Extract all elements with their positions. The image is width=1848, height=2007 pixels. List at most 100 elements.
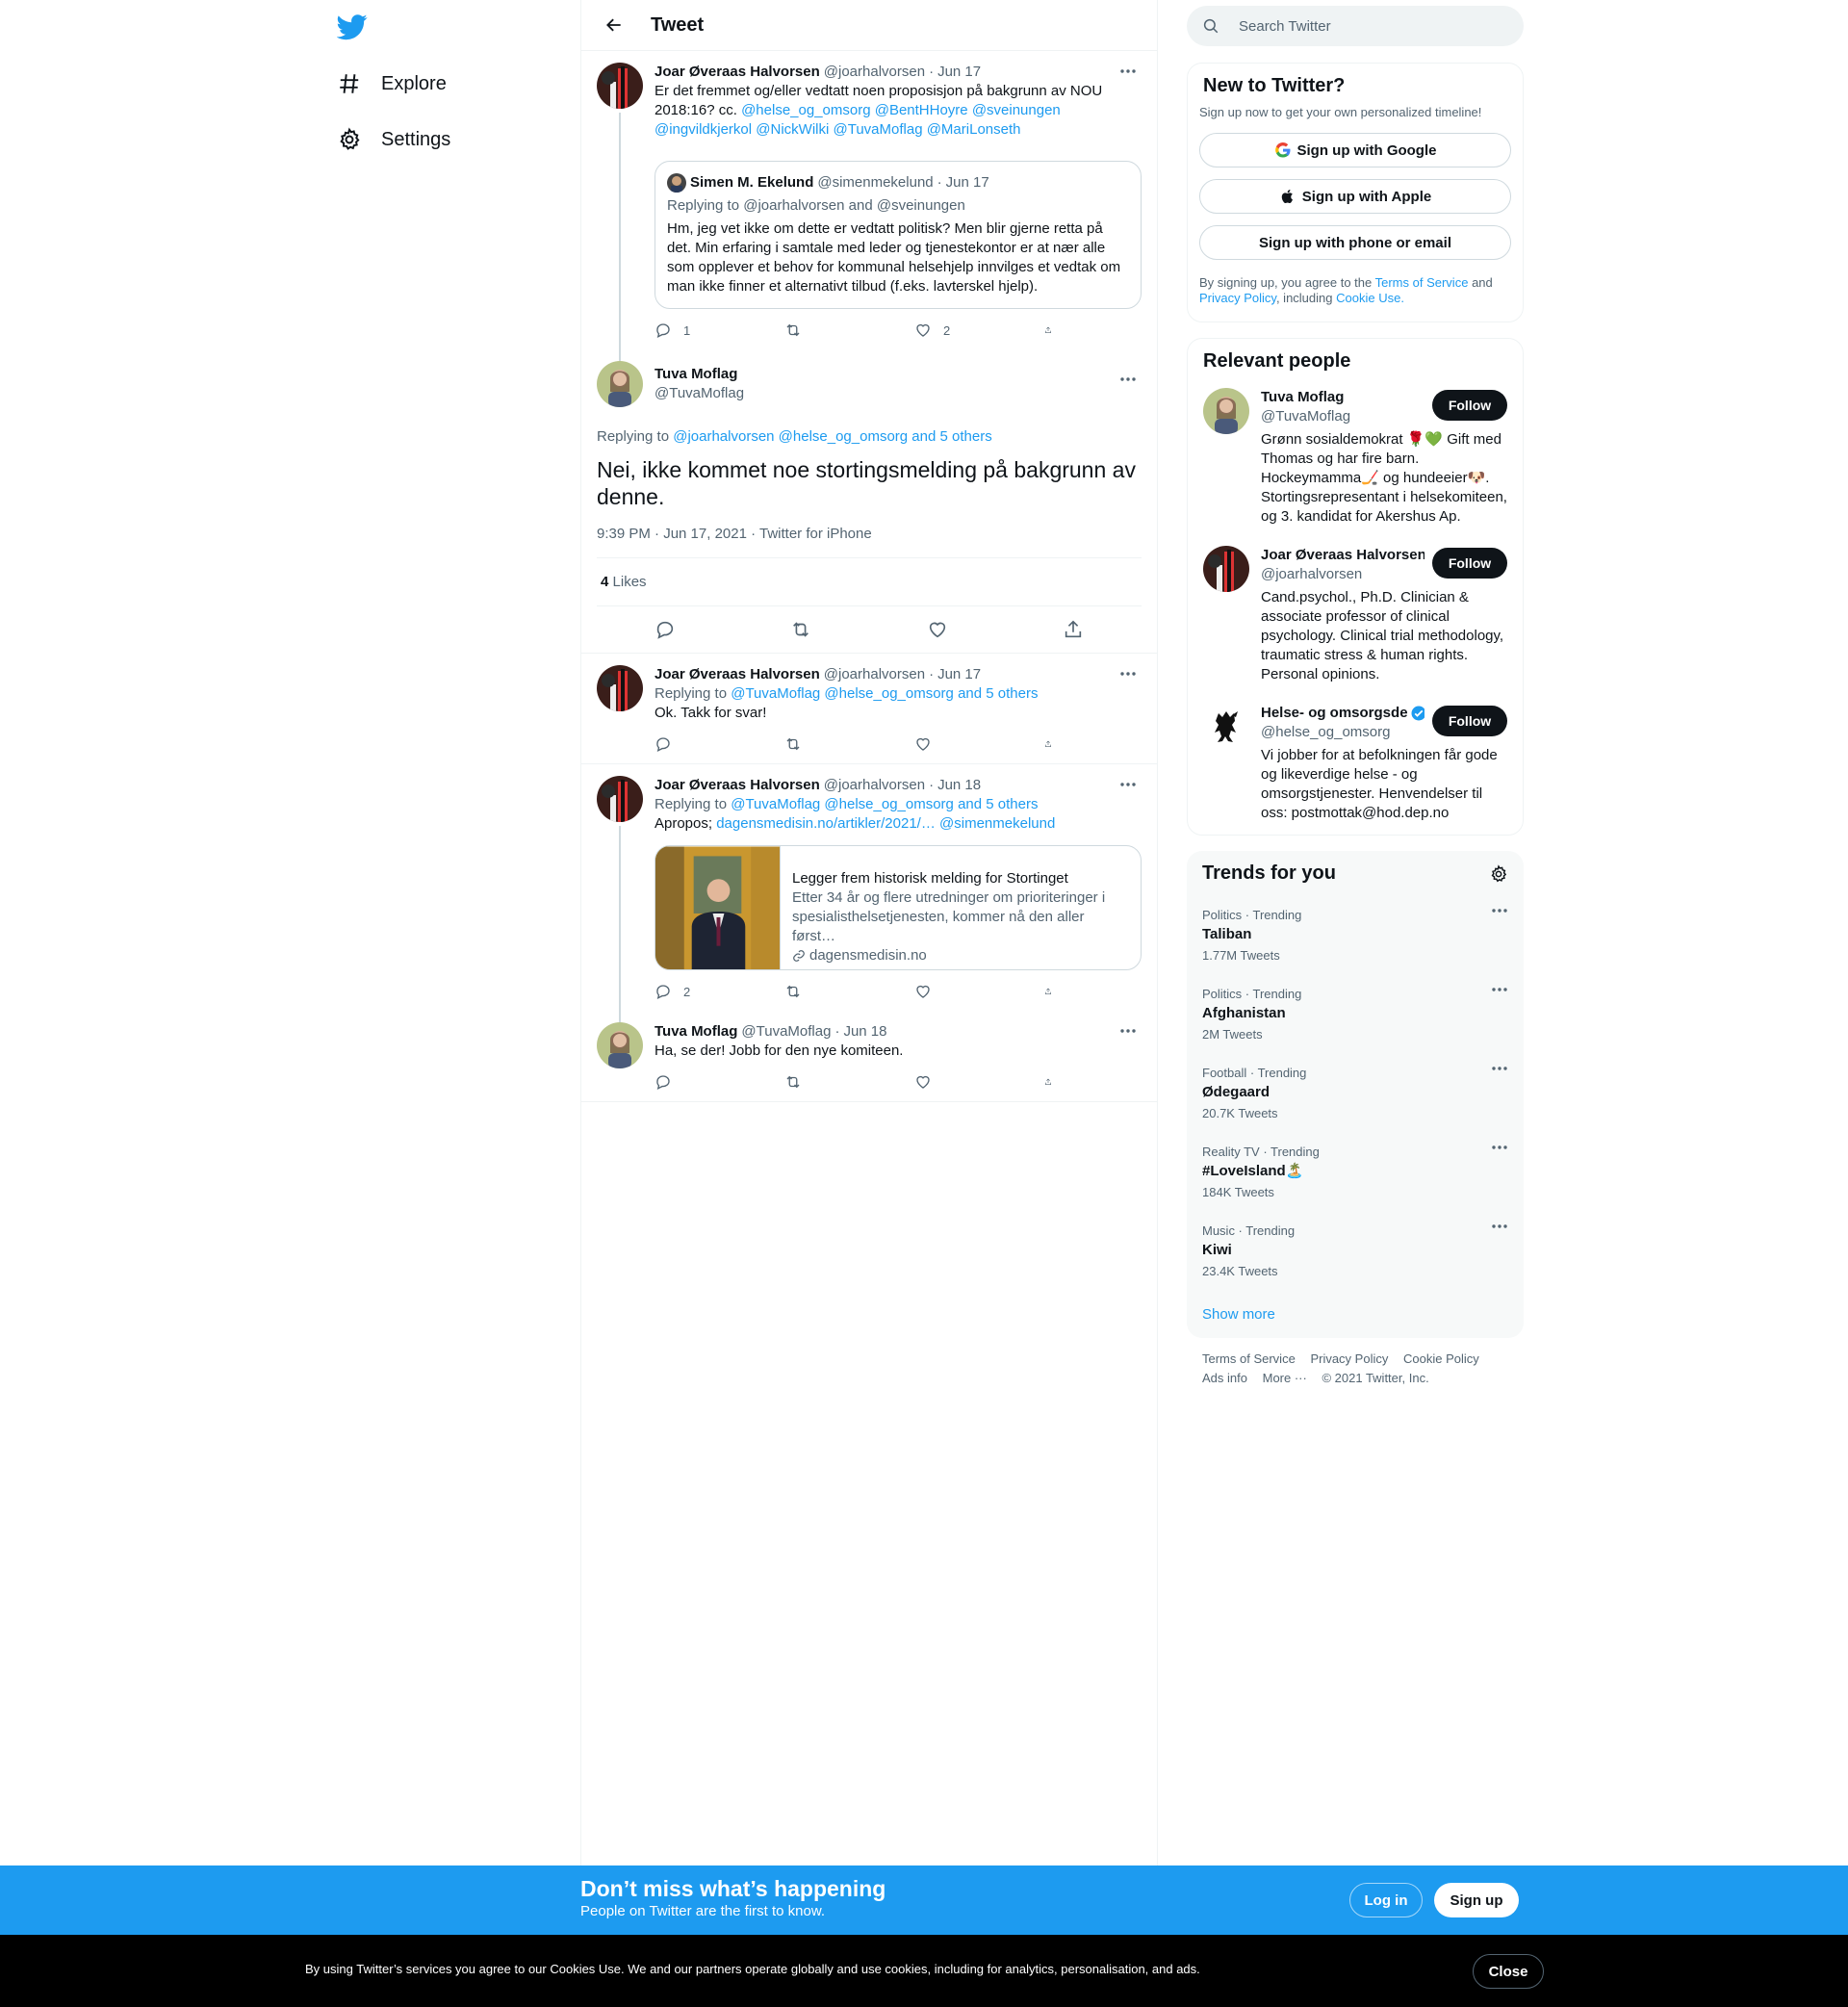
retweet-button[interactable] xyxy=(784,1073,861,1091)
reply-tweet[interactable]: Joar Øveraas Halvorsen @joarhalvorsen · … xyxy=(581,764,1157,1022)
login-button[interactable]: Log in xyxy=(1349,1883,1423,1917)
author-name[interactable]: Tuva Moflag xyxy=(654,365,744,384)
more-options-button[interactable] xyxy=(1115,61,1142,82)
footer-terms[interactable]: Terms of Service xyxy=(1202,1351,1296,1366)
gear-icon[interactable] xyxy=(1489,863,1508,884)
replying-links[interactable]: @TuvaMoflag @helse_og_omsorg and 5 other… xyxy=(731,685,1038,702)
more-dots-icon[interactable] xyxy=(1491,908,1508,913)
privacy-link[interactable]: Privacy Policy xyxy=(1199,291,1276,305)
retweet-button[interactable] xyxy=(784,735,861,753)
like-button[interactable] xyxy=(914,983,991,1000)
signup-google-button[interactable]: Sign up with Google xyxy=(1199,133,1511,167)
back-button[interactable] xyxy=(597,8,631,42)
tweet-text: Ha, se der! Jobb for den nye komiteen. xyxy=(654,1042,904,1059)
article-link[interactable]: dagensmedisin.no/artikler/2021/… xyxy=(716,815,936,832)
replying-links[interactable]: @joarhalvorsen @helse_og_omsorg and 5 ot… xyxy=(673,428,991,445)
search-input[interactable]: Search Twitter xyxy=(1187,6,1524,46)
person-card[interactable]: Tuva Moflag @TuvaMoflag Grønn sosialdemo… xyxy=(1188,380,1523,538)
more-options-button[interactable] xyxy=(1115,774,1142,795)
share-button[interactable] xyxy=(1044,1073,1064,1091)
more-dots-icon[interactable] xyxy=(1491,1223,1508,1229)
nav-explore[interactable]: Explore xyxy=(337,64,447,103)
trend-item[interactable]: Politics · Trending Afghanistan 2M Tweet… xyxy=(1187,975,1524,1054)
legal-and: and xyxy=(1472,275,1493,290)
signup-phone-button[interactable]: Sign up with phone or email xyxy=(1199,225,1511,260)
trend-item[interactable]: Football · Trending Ødegaard 20.7K Tweet… xyxy=(1187,1054,1524,1133)
follow-button[interactable]: Follow xyxy=(1432,548,1507,579)
more-options-button[interactable] xyxy=(1115,1020,1142,1042)
more-dots-icon[interactable] xyxy=(1491,1066,1508,1071)
reply-tweet[interactable]: Tuva Moflag @TuvaMoflag · Jun 18 Ha, se … xyxy=(581,1011,1157,1102)
retweet-icon[interactable] xyxy=(790,619,811,640)
author-name[interactable]: Tuva Moflag xyxy=(654,1022,737,1042)
person-card[interactable]: Helse- og omsorgsde @helse_og_omsorg Vi … xyxy=(1188,696,1523,835)
heart-icon[interactable] xyxy=(927,619,948,640)
share-button[interactable] xyxy=(1044,322,1064,339)
author-handle[interactable]: @joarhalvorsen xyxy=(824,63,925,82)
more-dots-icon xyxy=(1120,1029,1136,1033)
trend-item[interactable]: Reality TV · Trending #LoveIsland🏝️ 184K… xyxy=(1187,1133,1524,1212)
twitter-logo-icon[interactable] xyxy=(337,12,368,42)
share-button[interactable] xyxy=(1044,983,1064,1000)
avatar[interactable] xyxy=(597,665,643,711)
author-handle[interactable]: @joarhalvorsen xyxy=(824,665,925,684)
like-button[interactable]: 2 xyxy=(914,322,991,339)
retweet-button[interactable] xyxy=(784,322,861,339)
link-card[interactable]: Legger frem historisk melding for Storti… xyxy=(654,845,1142,970)
share-icon[interactable] xyxy=(1063,619,1084,640)
footer-privacy[interactable]: Privacy Policy xyxy=(1310,1351,1388,1366)
show-more-link[interactable]: Show more xyxy=(1187,1291,1524,1338)
mention-link[interactable]: @simenmekelund xyxy=(939,815,1055,832)
retweet-button[interactable] xyxy=(784,983,861,1000)
reply-button[interactable] xyxy=(654,735,732,753)
avatar[interactable] xyxy=(597,361,643,407)
author-handle[interactable]: @joarhalvorsen xyxy=(824,776,925,795)
footer-ads[interactable]: Ads info xyxy=(1202,1371,1247,1385)
avatar[interactable] xyxy=(597,63,643,109)
likes-summary[interactable]: 4 Likes xyxy=(597,558,1142,606)
reply-button[interactable] xyxy=(654,1073,732,1091)
more-options-button[interactable] xyxy=(1115,369,1142,390)
share-button[interactable] xyxy=(1044,735,1064,753)
parent-tweet[interactable]: Joar Øveraas Halvorsen @joarhalvorsen · … xyxy=(581,51,1157,361)
reply-tweet[interactable]: Joar Øveraas Halvorsen @joarhalvorsen · … xyxy=(581,654,1157,764)
tweet-timestamp[interactable]: 9:39 PM · Jun 17, 2021 · Twitter for iPh… xyxy=(597,526,1142,558)
author-name[interactable]: Joar Øveraas Halvorsen xyxy=(654,665,820,684)
person-card[interactable]: Joar Øveraas Halvorsen @joarhalvorsen Ca… xyxy=(1188,538,1523,696)
nav-settings[interactable]: Settings xyxy=(337,120,450,159)
reply-icon[interactable] xyxy=(654,619,676,640)
tweet-date[interactable]: Jun 18 xyxy=(843,1022,886,1042)
footer-cookie[interactable]: Cookie Policy xyxy=(1403,1351,1479,1366)
close-button[interactable]: Close xyxy=(1473,1954,1544,1989)
author-handle[interactable]: @TuvaMoflag xyxy=(741,1022,831,1042)
trend-item[interactable]: Music · Trending Kiwi 23.4K Tweets xyxy=(1187,1212,1524,1291)
signup-button[interactable]: Sign up xyxy=(1434,1883,1519,1917)
author-name[interactable]: Joar Øveraas Halvorsen xyxy=(654,776,820,795)
like-button[interactable] xyxy=(914,1073,991,1091)
follow-button[interactable]: Follow xyxy=(1432,706,1507,736)
like-button[interactable] xyxy=(914,735,991,753)
terms-link[interactable]: Terms of Service xyxy=(1375,275,1469,290)
cookie-link[interactable]: Cookie Use. xyxy=(1336,291,1404,305)
footer-more[interactable]: More ··· xyxy=(1263,1371,1307,1385)
more-dots-icon[interactable] xyxy=(1491,987,1508,992)
trend-item[interactable]: Politics · Trending Taliban 1.77M Tweets xyxy=(1187,896,1524,975)
tweet-date[interactable]: Jun 17 xyxy=(937,665,981,684)
more-options-button[interactable] xyxy=(1115,663,1142,684)
reply-button[interactable]: 2 xyxy=(654,983,732,1000)
reply-button[interactable]: 1 xyxy=(654,322,732,339)
tweet-actions xyxy=(654,733,1064,756)
avatar[interactable] xyxy=(597,776,643,822)
author-name[interactable]: Joar Øveraas Halvorsen xyxy=(654,63,820,82)
trend-name: Afghanistan xyxy=(1202,1005,1286,1021)
quoted-tweet[interactable]: Simen M. Ekelund @simenmekelund · Jun 17… xyxy=(654,161,1142,309)
avatar[interactable] xyxy=(597,1022,643,1068)
more-dots-icon[interactable] xyxy=(1491,1145,1508,1150)
mention-links[interactable]: @NickWilki @TuvaMoflag @MariLonseth xyxy=(756,121,1020,138)
tweet-date[interactable]: Jun 18 xyxy=(937,776,981,795)
tweet-date[interactable]: Jun 17 xyxy=(937,63,981,82)
replying-links[interactable]: @TuvaMoflag @helse_og_omsorg and 5 other… xyxy=(731,796,1038,812)
author-handle[interactable]: @TuvaMoflag xyxy=(654,384,744,403)
follow-button[interactable]: Follow xyxy=(1432,390,1507,421)
signup-apple-button[interactable]: Sign up with Apple xyxy=(1199,179,1511,214)
